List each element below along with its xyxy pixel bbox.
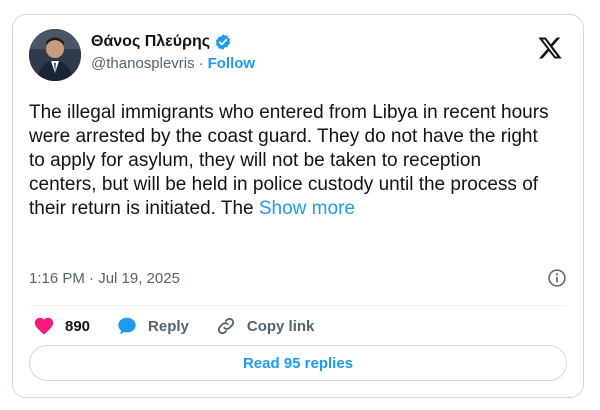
verified-badge-icon [215,34,231,50]
tweet-text: The illegal immigrants who entered from … [29,101,549,221]
author-name-row: Θάνος Πλεύρης [91,33,255,51]
copy-link-label: Copy link [246,317,315,335]
tweet-meta: 1:16 PM · Jul 19, 2025 [29,267,567,289]
reply-label: Reply [148,317,189,335]
link-icon [217,317,235,335]
reply-button[interactable]: Reply [116,315,189,337]
like-count: 890 [65,317,91,335]
separator-dot: · [198,55,204,72]
author-handle[interactable]: @thanosplevris [91,55,195,72]
tweet-header: Θάνος Πλεύρης @thanosplevris · Follow [29,29,567,85]
author-handle-row: @thanosplevris · Follow [91,55,255,72]
tweet-card: Θάνος Πλεύρης @thanosplevris · Follow Th… [12,14,584,398]
copy-link-button[interactable]: Copy link [215,315,315,337]
author-info: Θάνος Πλεύρης @thanosplevris · Follow [91,33,255,72]
show-more-link[interactable]: Show more [259,198,355,219]
author-avatar[interactable] [29,29,81,81]
like-button[interactable]: 890 [33,315,90,337]
tweet-timestamp[interactable]: 1:16 PM · Jul 19, 2025 [29,270,180,287]
action-bar: 890 Reply Copy link [33,313,340,339]
speech-bubble-icon [118,317,136,335]
read-replies-button[interactable]: Read 95 replies [29,345,567,381]
author-display-name[interactable]: Θάνος Πλεύρης [91,33,210,51]
info-icon[interactable] [547,268,567,288]
x-logo-icon[interactable] [537,35,563,61]
divider [29,305,567,306]
follow-button[interactable]: Follow [208,55,256,72]
heart-icon [34,317,54,335]
